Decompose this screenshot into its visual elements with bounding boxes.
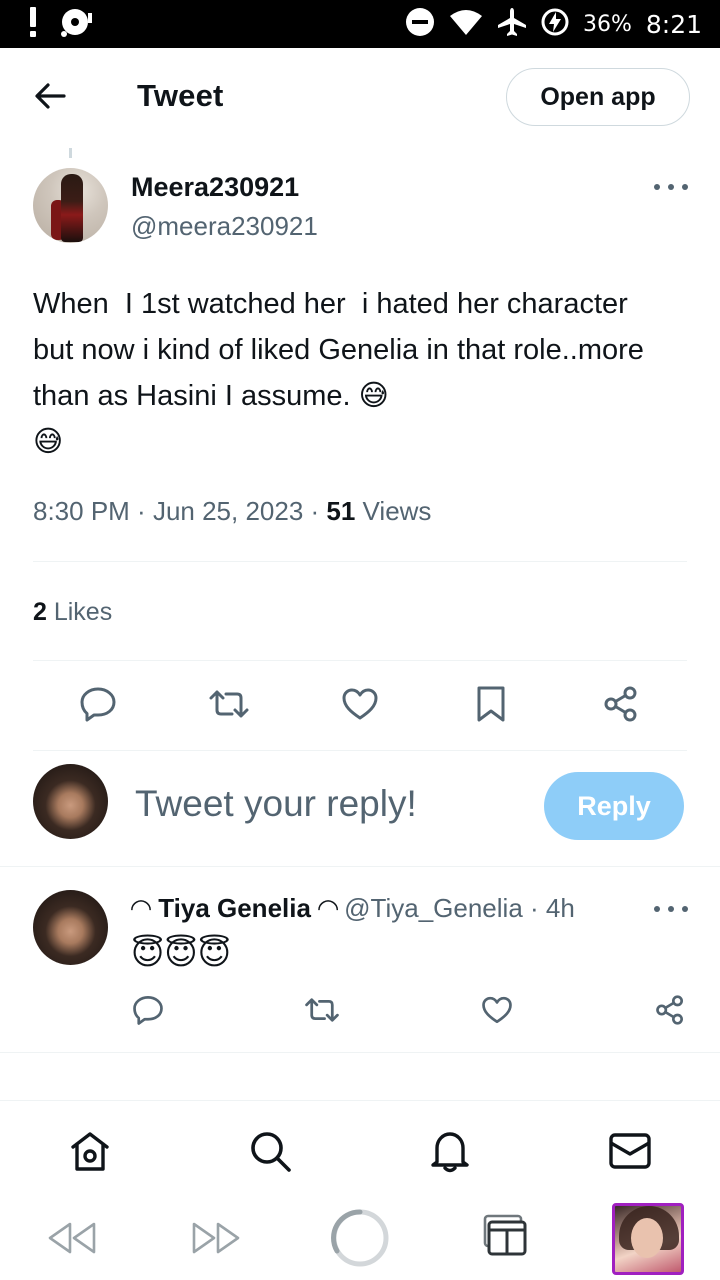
status-bar: 36% 8:21 bbox=[0, 0, 720, 48]
home-icon bbox=[68, 1129, 112, 1178]
current-tab-thumbnail[interactable] bbox=[612, 1203, 684, 1275]
tab-home[interactable] bbox=[66, 1129, 114, 1177]
tweet-actions bbox=[0, 682, 720, 730]
browser-reload-button[interactable] bbox=[328, 1208, 392, 1272]
wifi-icon bbox=[449, 8, 483, 41]
reply-header: ◠ Tiya Genelia ◠ @Tiya_Genelia · 4h bbox=[131, 893, 575, 924]
retweet-button[interactable] bbox=[205, 682, 253, 730]
reply-author-avatar[interactable] bbox=[33, 890, 108, 965]
reply-author-name[interactable]: ◠ Tiya Genelia ◠ bbox=[131, 893, 338, 924]
more-options-icon[interactable] bbox=[654, 176, 688, 198]
browser-back-button[interactable] bbox=[44, 1220, 100, 1260]
sweat-smile-emoji: 😅 bbox=[358, 380, 389, 412]
tweet-date: Jun 25, 2023 bbox=[152, 496, 304, 526]
divider bbox=[33, 561, 687, 562]
do-not-disturb-icon bbox=[405, 7, 435, 42]
reply-button[interactable] bbox=[74, 682, 122, 730]
reply-share-button[interactable] bbox=[650, 992, 690, 1032]
mail-icon bbox=[608, 1131, 652, 1176]
reload-icon bbox=[329, 1207, 391, 1274]
divider bbox=[33, 660, 687, 661]
back-button[interactable] bbox=[30, 78, 70, 118]
reply-icon bbox=[132, 994, 164, 1031]
tweet-text: When I 1st watched her i hated her chara… bbox=[33, 288, 653, 458]
page-title: Tweet bbox=[137, 78, 224, 113]
reply-more-options-icon[interactable] bbox=[654, 898, 688, 920]
share-icon bbox=[603, 685, 639, 728]
like-button[interactable] bbox=[336, 682, 384, 730]
author-avatar[interactable] bbox=[33, 168, 108, 243]
share-button[interactable] bbox=[597, 682, 645, 730]
thread-line bbox=[69, 148, 72, 158]
tabs-icon bbox=[481, 1214, 527, 1261]
divider bbox=[0, 1052, 720, 1053]
likes-link[interactable]: 2 Likes bbox=[33, 598, 112, 627]
browser-forward-button[interactable] bbox=[188, 1220, 244, 1260]
reply-reply-button[interactable] bbox=[128, 992, 168, 1032]
reply-icon bbox=[79, 685, 117, 728]
heart-icon bbox=[481, 995, 513, 1030]
author-name[interactable]: Meera230921 bbox=[131, 172, 299, 203]
likes-count: 2 bbox=[33, 598, 47, 626]
retweet-icon bbox=[304, 996, 340, 1029]
search-icon bbox=[248, 1129, 292, 1178]
reply-like-button[interactable] bbox=[477, 992, 517, 1032]
exclamation-icon bbox=[28, 6, 38, 42]
tab-notifications[interactable] bbox=[426, 1129, 474, 1177]
airplane-icon bbox=[497, 7, 527, 42]
retweet-icon bbox=[208, 688, 250, 725]
sweat-smile-emoji: 😅 bbox=[33, 426, 64, 458]
rewind-icon bbox=[46, 1220, 98, 1261]
battery-percent: 36% bbox=[582, 11, 632, 37]
bell-icon bbox=[429, 1129, 471, 1178]
reply-actions bbox=[0, 992, 720, 1032]
tweet-meta: 8:30 PM · Jun 25, 2023 · 51 Views bbox=[33, 496, 432, 526]
reply-author-handle[interactable]: @Tiya_Genelia · 4h bbox=[344, 893, 575, 924]
tab-search[interactable] bbox=[246, 1129, 294, 1177]
media-icon bbox=[60, 7, 94, 42]
bookmark-button[interactable] bbox=[467, 682, 515, 730]
page-header: Tweet Open app bbox=[0, 48, 720, 146]
author-handle[interactable]: @meera230921 bbox=[131, 211, 318, 242]
reply-retweet-button[interactable] bbox=[302, 992, 342, 1032]
user-avatar[interactable] bbox=[33, 764, 108, 839]
tweet-time: 8:30 PM bbox=[33, 496, 130, 526]
arrow-left-icon bbox=[34, 82, 66, 115]
fast-forward-icon bbox=[190, 1220, 242, 1261]
reply-submit-button[interactable]: Reply bbox=[544, 772, 684, 840]
likes-label: Likes bbox=[46, 598, 113, 626]
divider bbox=[0, 866, 720, 867]
reply-input[interactable]: Tweet your reply! bbox=[135, 783, 417, 825]
share-icon bbox=[655, 994, 685, 1031]
views-label: Views bbox=[355, 496, 432, 526]
views-count: 51 bbox=[326, 496, 356, 526]
reply-text: 😇😇😇 bbox=[131, 935, 232, 971]
divider bbox=[33, 750, 687, 751]
clock: 8:21 bbox=[645, 9, 702, 39]
bookmark-icon bbox=[475, 685, 507, 728]
bottom-tab-bar bbox=[0, 1100, 720, 1200]
tab-messages[interactable] bbox=[606, 1129, 654, 1177]
reply-age: 4h bbox=[545, 893, 575, 923]
open-app-button[interactable]: Open app bbox=[506, 68, 690, 126]
browser-tabs-button[interactable] bbox=[478, 1214, 530, 1260]
battery-charging-icon bbox=[541, 8, 569, 41]
heart-icon bbox=[341, 687, 379, 726]
